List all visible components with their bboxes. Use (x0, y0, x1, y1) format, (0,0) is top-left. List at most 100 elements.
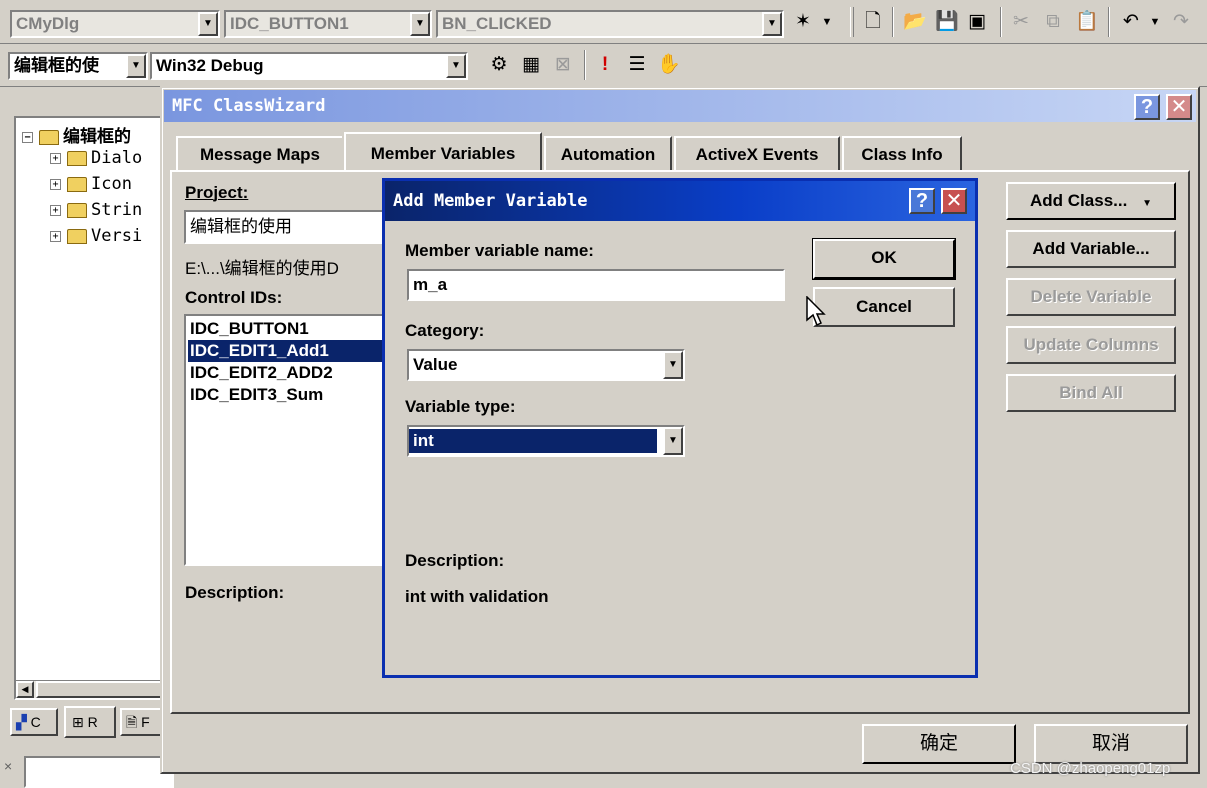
undo-icon[interactable]: ↶ (1118, 9, 1144, 35)
separator (1000, 7, 1002, 37)
toolbar-row-2: 编辑框的使 ▼ Win32 Debug ▼ ⚙ ▦ ⊠ ! ☰ ✋ (0, 45, 1207, 87)
save-all-icon[interactable]: ▣ (964, 9, 990, 35)
description-label: Description: (185, 583, 285, 602)
class-combo[interactable]: CMyDlg ▼ (10, 10, 220, 38)
chevron-down-icon[interactable]: ▼ (663, 427, 683, 455)
add-variable-button[interactable]: Add Variable... (1006, 230, 1176, 268)
config-combo[interactable]: Win32 Debug ▼ (150, 52, 468, 80)
expand-icon[interactable]: + (50, 230, 61, 242)
tab-automation[interactable]: Automation (544, 136, 672, 170)
breakpoint-hand-icon[interactable]: ✋ (656, 52, 682, 78)
project-combo[interactable]: 编辑框的使 ▼ (8, 52, 148, 80)
tab-class-info[interactable]: Class Info (842, 136, 962, 170)
bind-all-button[interactable]: Bind All (1006, 374, 1176, 412)
output-panel[interactable] (24, 756, 174, 788)
add-member-dialog: Add Member Variable ? ✕ Member variable … (382, 178, 978, 678)
tree-item-dialog[interactable]: + Dialo (50, 148, 142, 168)
chevron-down-icon[interactable]: ▼ (410, 12, 430, 36)
list-item[interactable]: IDC_EDIT3_Sum (188, 384, 323, 406)
tree-root[interactable]: − 编辑框的 (22, 122, 131, 147)
chevron-down-icon[interactable]: ▼ (663, 351, 683, 379)
add-member-titlebar[interactable]: Add Member Variable (385, 181, 975, 221)
help-button[interactable]: ? (909, 188, 935, 214)
ok-button[interactable]: OK (812, 238, 956, 280)
delete-variable-button[interactable]: Delete Variable (1006, 278, 1176, 316)
list-item-selected[interactable]: IDC_EDIT1_Add1 (188, 340, 384, 362)
help-button[interactable]: ? (1134, 94, 1160, 120)
member-name-label: Member variable name: (405, 241, 594, 260)
mouse-cursor-icon (806, 296, 826, 327)
list-item[interactable]: IDC_BUTTON1 (188, 318, 309, 340)
selected-value: int (409, 429, 657, 453)
expand-icon[interactable]: + (50, 178, 61, 190)
horizontal-scrollbar[interactable]: ◀ (16, 680, 162, 698)
tab-member-variables[interactable]: Member Variables (344, 132, 542, 172)
member-name-input[interactable]: m_a (407, 269, 785, 301)
expand-icon[interactable]: + (50, 204, 61, 216)
cancel-button[interactable]: Cancel (813, 287, 955, 327)
update-columns-button[interactable]: Update Columns (1006, 326, 1176, 364)
control-ids-list[interactable]: IDC_BUTTON1 IDC_EDIT1_Add1 IDC_EDIT2_ADD… (184, 314, 384, 566)
expand-icon[interactable]: + (50, 152, 61, 164)
separator (892, 7, 894, 37)
toolbar-grip[interactable] (850, 7, 854, 37)
chevron-down-icon[interactable]: ▼ (814, 9, 840, 35)
variable-type-label: Variable type: (405, 397, 516, 416)
save-icon[interactable]: 💾 (934, 9, 960, 35)
scroll-left-button[interactable]: ◀ (16, 681, 34, 698)
open-folder-icon[interactable]: 📂 (902, 9, 928, 35)
tab-classview[interactable]: ▞ C (10, 708, 58, 736)
file-icon: 🗎 (126, 714, 138, 730)
scroll-thumb[interactable] (36, 681, 162, 698)
separator (1108, 7, 1110, 37)
cancel-button[interactable]: 取消 (1034, 724, 1188, 764)
close-button[interactable]: ✕ (941, 188, 967, 214)
folder-icon (67, 176, 87, 192)
description-value: int with validation (405, 587, 549, 606)
tree-item-version[interactable]: + Versi (50, 226, 142, 246)
stop-build-icon[interactable]: ⊠ (550, 52, 576, 78)
chevron-down-icon[interactable]: ▼ (198, 12, 218, 36)
message-combo[interactable]: BN_CLICKED ▼ (436, 10, 784, 38)
copy-icon[interactable]: ⧉ (1040, 9, 1066, 35)
folder-icon (67, 228, 87, 244)
new-file-icon[interactable]: 🗋 (860, 9, 886, 35)
cut-icon[interactable]: ✂ (1008, 9, 1034, 35)
execute-icon[interactable]: ! (592, 52, 618, 78)
wizard-wand-icon[interactable]: ✶ (790, 9, 816, 35)
classwizard-titlebar[interactable]: MFC ClassWizard (164, 90, 1196, 122)
output-close-icon[interactable]: × (4, 758, 12, 774)
tab-resourceview[interactable]: ⊞ R (64, 706, 116, 738)
id-combo[interactable]: IDC_BUTTON1 ▼ (224, 10, 432, 38)
tree-item-string[interactable]: + Strin (50, 200, 142, 220)
chevron-down-icon[interactable]: ▼ (446, 54, 466, 78)
workspace-tree[interactable]: − 编辑框的 + Dialo + Icon + Strin + Versi ◀ (14, 116, 164, 700)
go-icon[interactable]: ☰ (624, 52, 650, 78)
tab-message-maps[interactable]: Message Maps (176, 136, 342, 170)
category-label: Category: (405, 321, 485, 340)
build-icon[interactable]: ▦ (518, 52, 544, 78)
folder-icon (67, 150, 87, 166)
chevron-down-icon: ▼ (1142, 198, 1152, 209)
redo-icon[interactable]: ↷ (1168, 9, 1194, 35)
description-label: Description: (405, 551, 505, 570)
add-class-button[interactable]: Add Class... ▼ (1006, 182, 1176, 220)
tab-activex-events[interactable]: ActiveX Events (674, 136, 840, 170)
tree-item-icon[interactable]: + Icon (50, 174, 132, 194)
close-button[interactable]: ✕ (1166, 94, 1192, 120)
project-label: Project: (185, 183, 249, 202)
folder-icon (39, 129, 59, 145)
category-select[interactable]: Value ▼ (407, 349, 685, 381)
collapse-icon[interactable]: − (22, 131, 33, 143)
project-select[interactable]: 编辑框的使用 (184, 210, 384, 244)
variable-type-select[interactable]: int ▼ (407, 425, 685, 457)
chevron-down-icon[interactable]: ▼ (126, 54, 146, 78)
compile-icon[interactable]: ⚙ (486, 52, 512, 78)
toolbar-row-1: CMyDlg ▼ IDC_BUTTON1 ▼ BN_CLICKED ▼ ✶ ▼ … (0, 0, 1207, 44)
separator (584, 50, 586, 80)
paste-icon[interactable]: 📋 (1074, 9, 1100, 35)
list-item[interactable]: IDC_EDIT2_ADD2 (188, 362, 333, 384)
ok-button[interactable]: 确定 (862, 724, 1016, 764)
chevron-down-icon[interactable]: ▼ (1142, 9, 1168, 35)
chevron-down-icon[interactable]: ▼ (762, 12, 782, 36)
